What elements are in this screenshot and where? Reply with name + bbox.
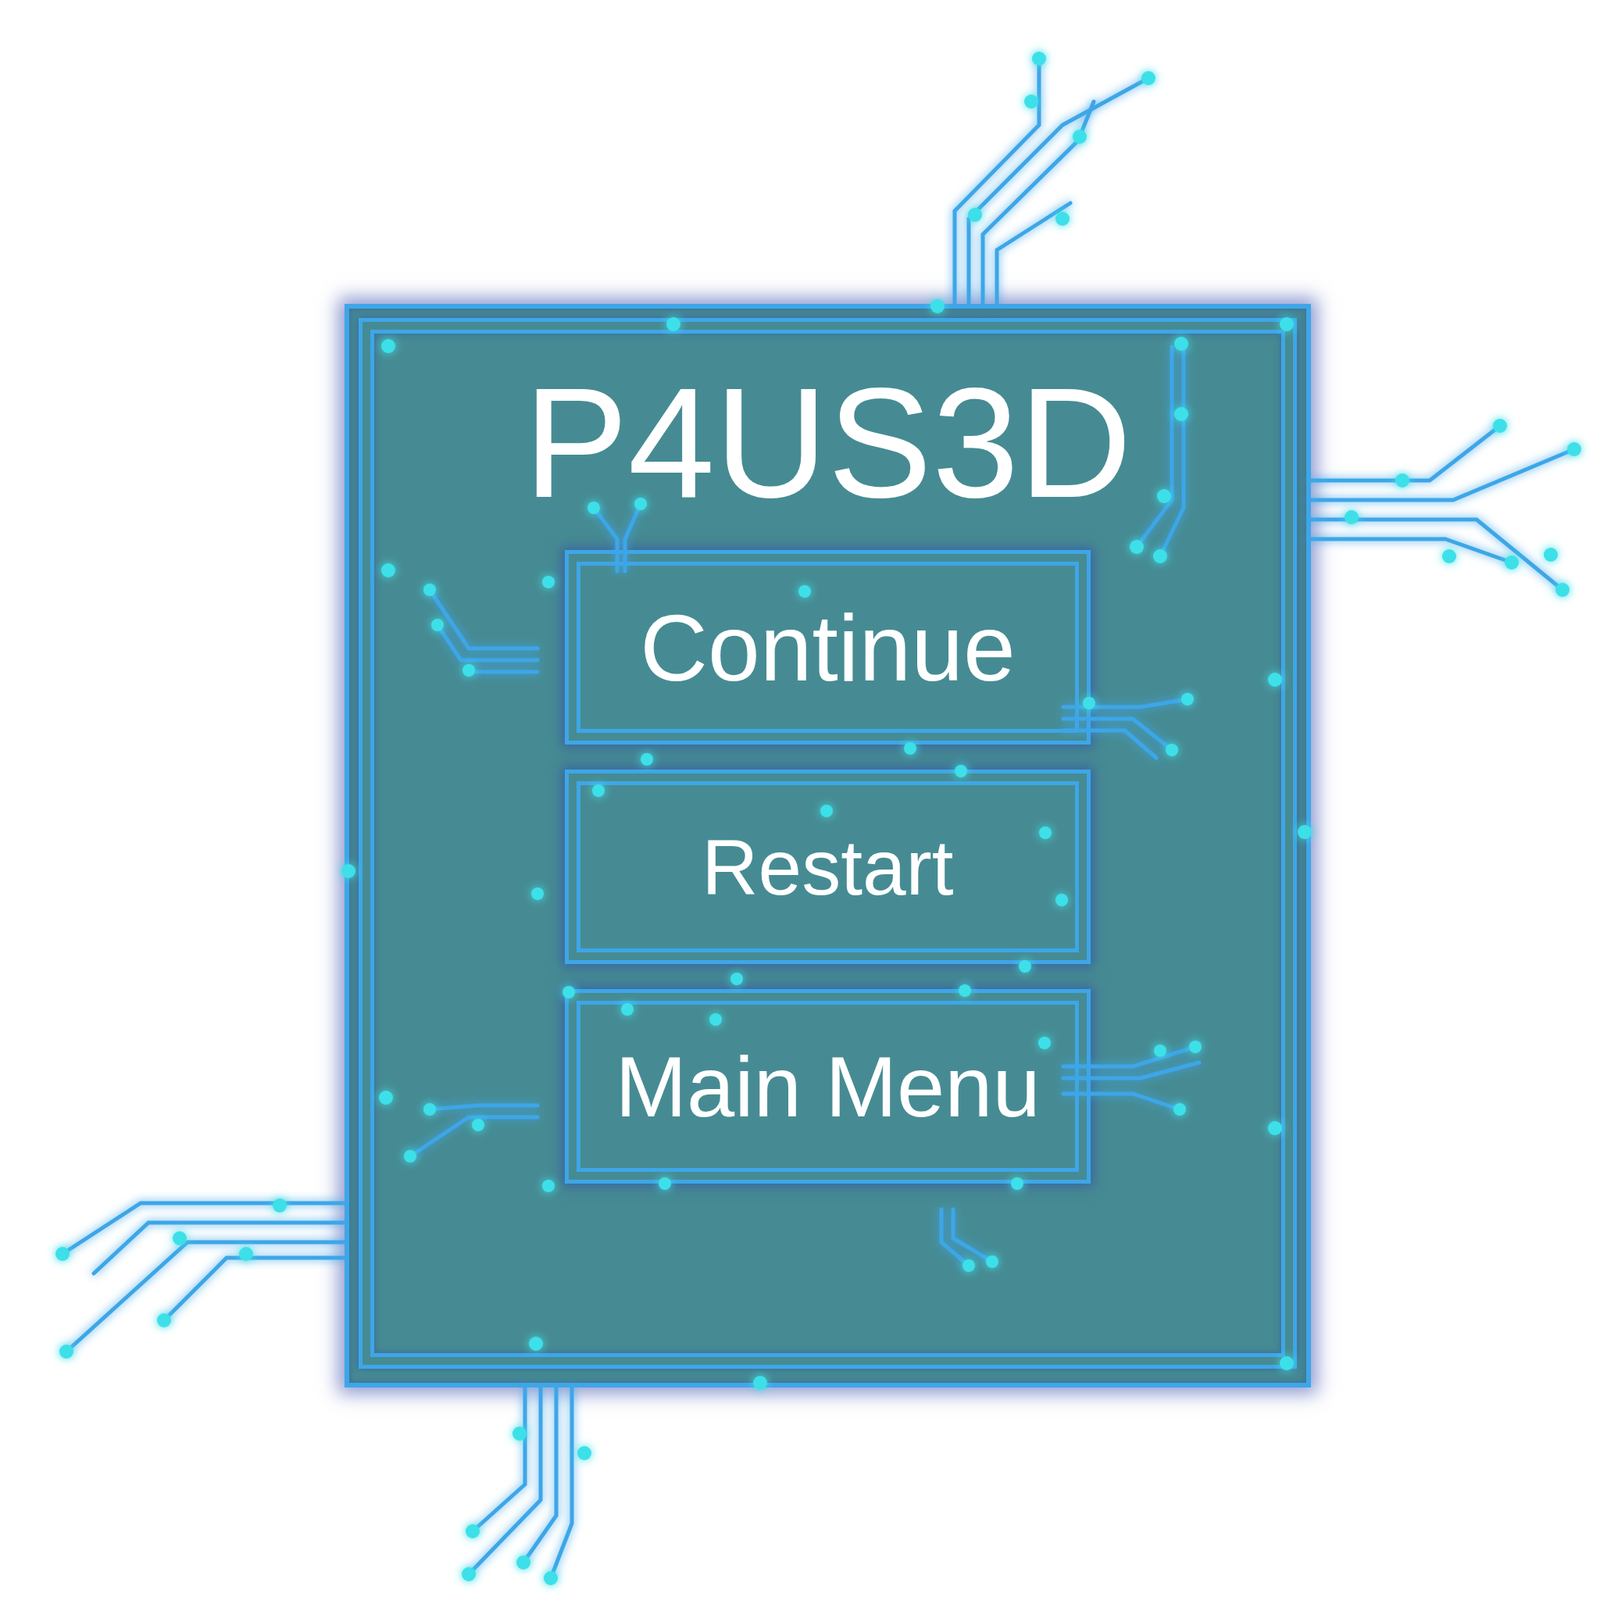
button-label: Restart <box>701 824 954 911</box>
pause-panel: P4US3D Continue Restart Main Menu <box>344 303 1311 1388</box>
button-label: Main Menu <box>614 1039 1040 1134</box>
button-label: Continue <box>639 596 1015 700</box>
menu-button[interactable]: Restart <box>564 769 1091 965</box>
menu-button[interactable]: Main Menu <box>564 989 1091 1184</box>
menu-buttons: Continue Restart Main Menu <box>564 550 1091 1184</box>
game-screen: P4US3D Continue Restart Main Menu <box>0 0 1600 1600</box>
menu-button[interactable]: Continue <box>564 550 1091 745</box>
pause-title: P4US3D <box>523 364 1132 522</box>
